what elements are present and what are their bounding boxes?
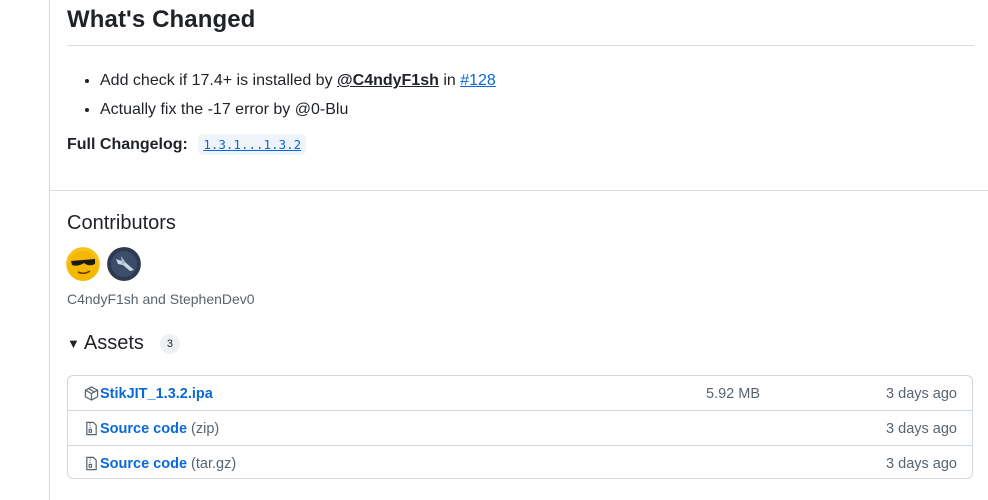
author-mention-link[interactable]: @C4ndyF1sh <box>337 72 439 89</box>
asset-date: 3 days ago <box>886 455 957 472</box>
contributors-names: C4ndyF1sh and StephenDev0 <box>67 291 255 307</box>
assets-toggle[interactable]: ▼ Assets 3 <box>67 332 180 355</box>
list-item: Add check if 17.4+ is installed by @C4nd… <box>100 66 496 95</box>
asset-name: Source code <box>100 455 188 472</box>
assets-heading: Assets <box>83 332 144 354</box>
asset-row: Source code (tar.gz) 3 days ago <box>68 445 972 481</box>
contributors-heading: Contributors <box>67 212 176 234</box>
asset-format: (tar.gz) <box>191 455 237 472</box>
change-text: Add check if 17.4+ is installed by <box>100 72 338 89</box>
whats-changed-heading: What's Changed <box>67 6 256 33</box>
asset-name: Source code <box>100 420 188 437</box>
asset-size: 5.92 MB <box>706 385 760 402</box>
assets-count-badge: 3 <box>159 333 180 354</box>
file-zip-icon <box>86 421 97 436</box>
changelog-compare-link[interactable]: 1.3.1...1.3.2 <box>198 134 307 155</box>
full-changelog: Full Changelog: 1.3.1...1.3.2 <box>67 134 307 155</box>
change-text: Actually fix the -17 error by @0-Blu <box>100 101 349 118</box>
asset-link[interactable]: Source code (tar.gz) <box>84 456 236 472</box>
changelog-label: Full Changelog: <box>67 136 188 153</box>
asset-date: 3 days ago <box>886 420 957 437</box>
assets-list: StikJIT_1.3.2.ipa 5.92 MB 3 days ago Sou… <box>67 375 973 479</box>
section-divider <box>50 190 988 191</box>
asset-name: StikJIT_1.3.2.ipa <box>100 385 213 402</box>
avatar-stephendev0[interactable] <box>107 247 141 281</box>
package-icon <box>84 386 99 401</box>
list-item: Actually fix the -17 error by @0-Blu <box>100 95 496 124</box>
asset-row: Source code (zip) 3 days ago <box>68 410 972 446</box>
file-zip-icon <box>86 456 97 471</box>
heading-divider <box>67 45 974 46</box>
change-connector: in <box>438 72 461 89</box>
asset-link[interactable]: Source code (zip) <box>84 421 219 437</box>
triangle-down-icon: ▼ <box>67 336 80 351</box>
asset-format: (zip) <box>191 420 220 437</box>
pull-request-link[interactable]: #128 <box>460 72 496 89</box>
left-border <box>49 0 50 500</box>
changes-list: Add check if 17.4+ is installed by @C4nd… <box>80 66 496 124</box>
asset-row: StikJIT_1.3.2.ipa 5.92 MB 3 days ago <box>68 376 972 411</box>
asset-link[interactable]: StikJIT_1.3.2.ipa <box>84 386 213 402</box>
avatar-c4ndyf1sh[interactable] <box>66 247 100 281</box>
asset-date: 3 days ago <box>886 385 957 402</box>
